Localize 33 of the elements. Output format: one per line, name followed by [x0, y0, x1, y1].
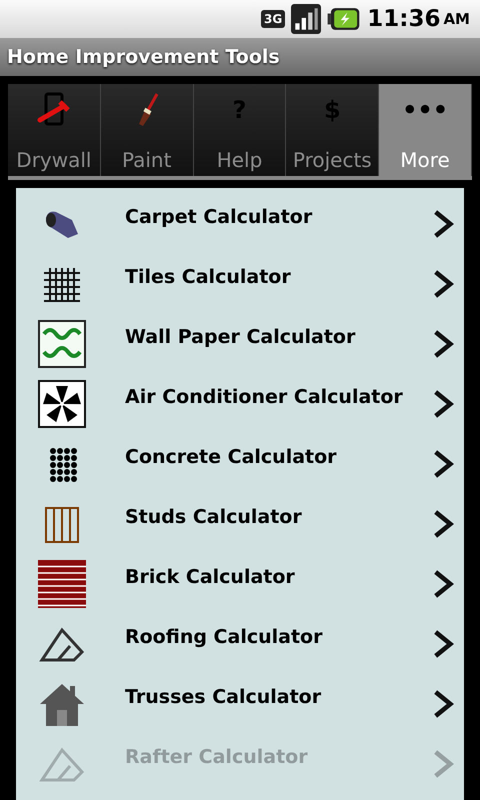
chevron-right-icon: [432, 689, 454, 719]
clock-time: 11:36: [367, 6, 440, 32]
calculator-list-item[interactable]: Tiles Calculator: [16, 254, 464, 314]
brick-wall-icon: [38, 560, 86, 608]
calculator-list-item[interactable]: Air Conditioner Calculator: [16, 374, 464, 434]
calculator-list-item[interactable]: Roofing Calculator: [16, 614, 464, 674]
calculator-list-item[interactable]: Trusses Calculator: [16, 674, 464, 734]
signal-icon: [291, 4, 322, 34]
app-title: Home Improvement Tools: [7, 46, 280, 68]
calculator-list-item[interactable]: Wall Paper Calculator: [16, 314, 464, 374]
tab[interactable]: Paint: [100, 84, 194, 176]
chevron-right-icon: [432, 389, 454, 419]
calculator-list-item[interactable]: Concrete Calculator: [16, 434, 464, 494]
wallpaper-icon: [38, 320, 86, 368]
tab[interactable]: $ Projects: [286, 84, 380, 176]
chevron-right-icon: [432, 569, 454, 599]
calculator-list-item[interactable]: Carpet Calculator: [16, 194, 464, 254]
chevron-right-icon: [432, 269, 454, 299]
chevron-right-icon: [432, 629, 454, 659]
fan-icon: [38, 380, 86, 428]
tab[interactable]: ? Help: [194, 84, 286, 176]
calculator-list-item[interactable]: Brick Calculator: [16, 554, 464, 614]
chevron-right-icon: [432, 749, 454, 779]
chevron-right-icon: [432, 449, 454, 479]
battery-charging-icon: [327, 7, 362, 31]
chevron-right-icon: [432, 209, 454, 239]
tab[interactable]: ••• More: [379, 84, 472, 176]
chevron-right-icon: [432, 329, 454, 359]
chevron-right-icon: [432, 509, 454, 539]
tab[interactable]: Drywall: [8, 84, 101, 176]
clock-ampm: AM: [443, 10, 470, 28]
network-type-icon: 3G: [261, 10, 286, 28]
calculator-list-item[interactable]: Studs Calculator: [16, 494, 464, 554]
